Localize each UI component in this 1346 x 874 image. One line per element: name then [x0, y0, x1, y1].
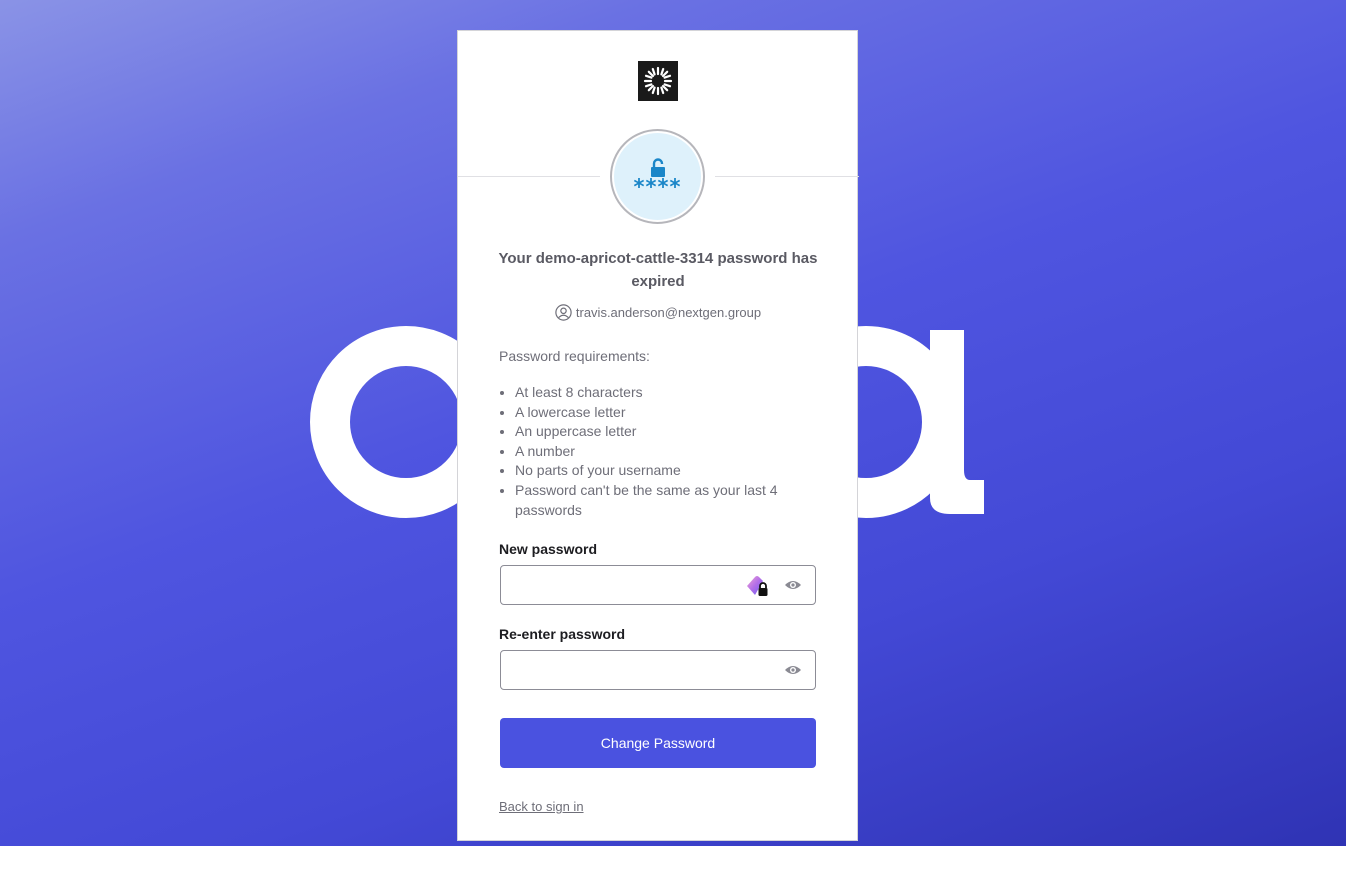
new-password-label: New password — [499, 541, 598, 557]
sunburst-logo-icon — [638, 61, 678, 101]
password-expired-card: **** Your demo-apricot-cattle-3314 passw… — [457, 30, 859, 841]
factor-badge: **** — [610, 129, 705, 224]
header-divider-left — [458, 176, 600, 177]
show-password-eye-icon[interactable] — [784, 579, 802, 591]
header-divider-right — [715, 176, 859, 177]
back-to-sign-in-link[interactable]: Back to sign in — [499, 799, 584, 814]
requirement-item: At least 8 characters — [515, 383, 835, 403]
requirement-item: A lowercase letter — [515, 403, 835, 423]
password-manager-icon[interactable] — [745, 574, 771, 598]
reenter-password-field-wrapper — [500, 650, 816, 690]
requirement-item: A number — [515, 442, 835, 462]
user-circle-icon — [555, 304, 572, 321]
requirement-item: Password can't be the same as your last … — [515, 481, 835, 520]
new-password-field-wrapper — [500, 565, 816, 605]
identifier-text: travis.anderson@nextgen.group — [575, 305, 762, 320]
password-stars: **** — [633, 175, 682, 199]
identifier-container: travis.anderson@nextgen.group — [488, 304, 828, 321]
requirements-heading: Password requirements: — [499, 348, 650, 364]
requirement-item: No parts of your username — [515, 461, 835, 481]
page-title: Your demo-apricot-cattle-3314 password h… — [498, 250, 818, 290]
show-password-eye-icon[interactable] — [784, 664, 802, 676]
reenter-password-label: Re-enter password — [499, 626, 626, 642]
new-password-input[interactable] — [511, 567, 745, 605]
requirements-list: At least 8 characters A lowercase letter… — [499, 383, 835, 520]
requirement-item: An uppercase letter — [515, 422, 835, 442]
reenter-password-input[interactable] — [511, 652, 745, 690]
change-password-button[interactable]: Change Password — [500, 718, 816, 768]
